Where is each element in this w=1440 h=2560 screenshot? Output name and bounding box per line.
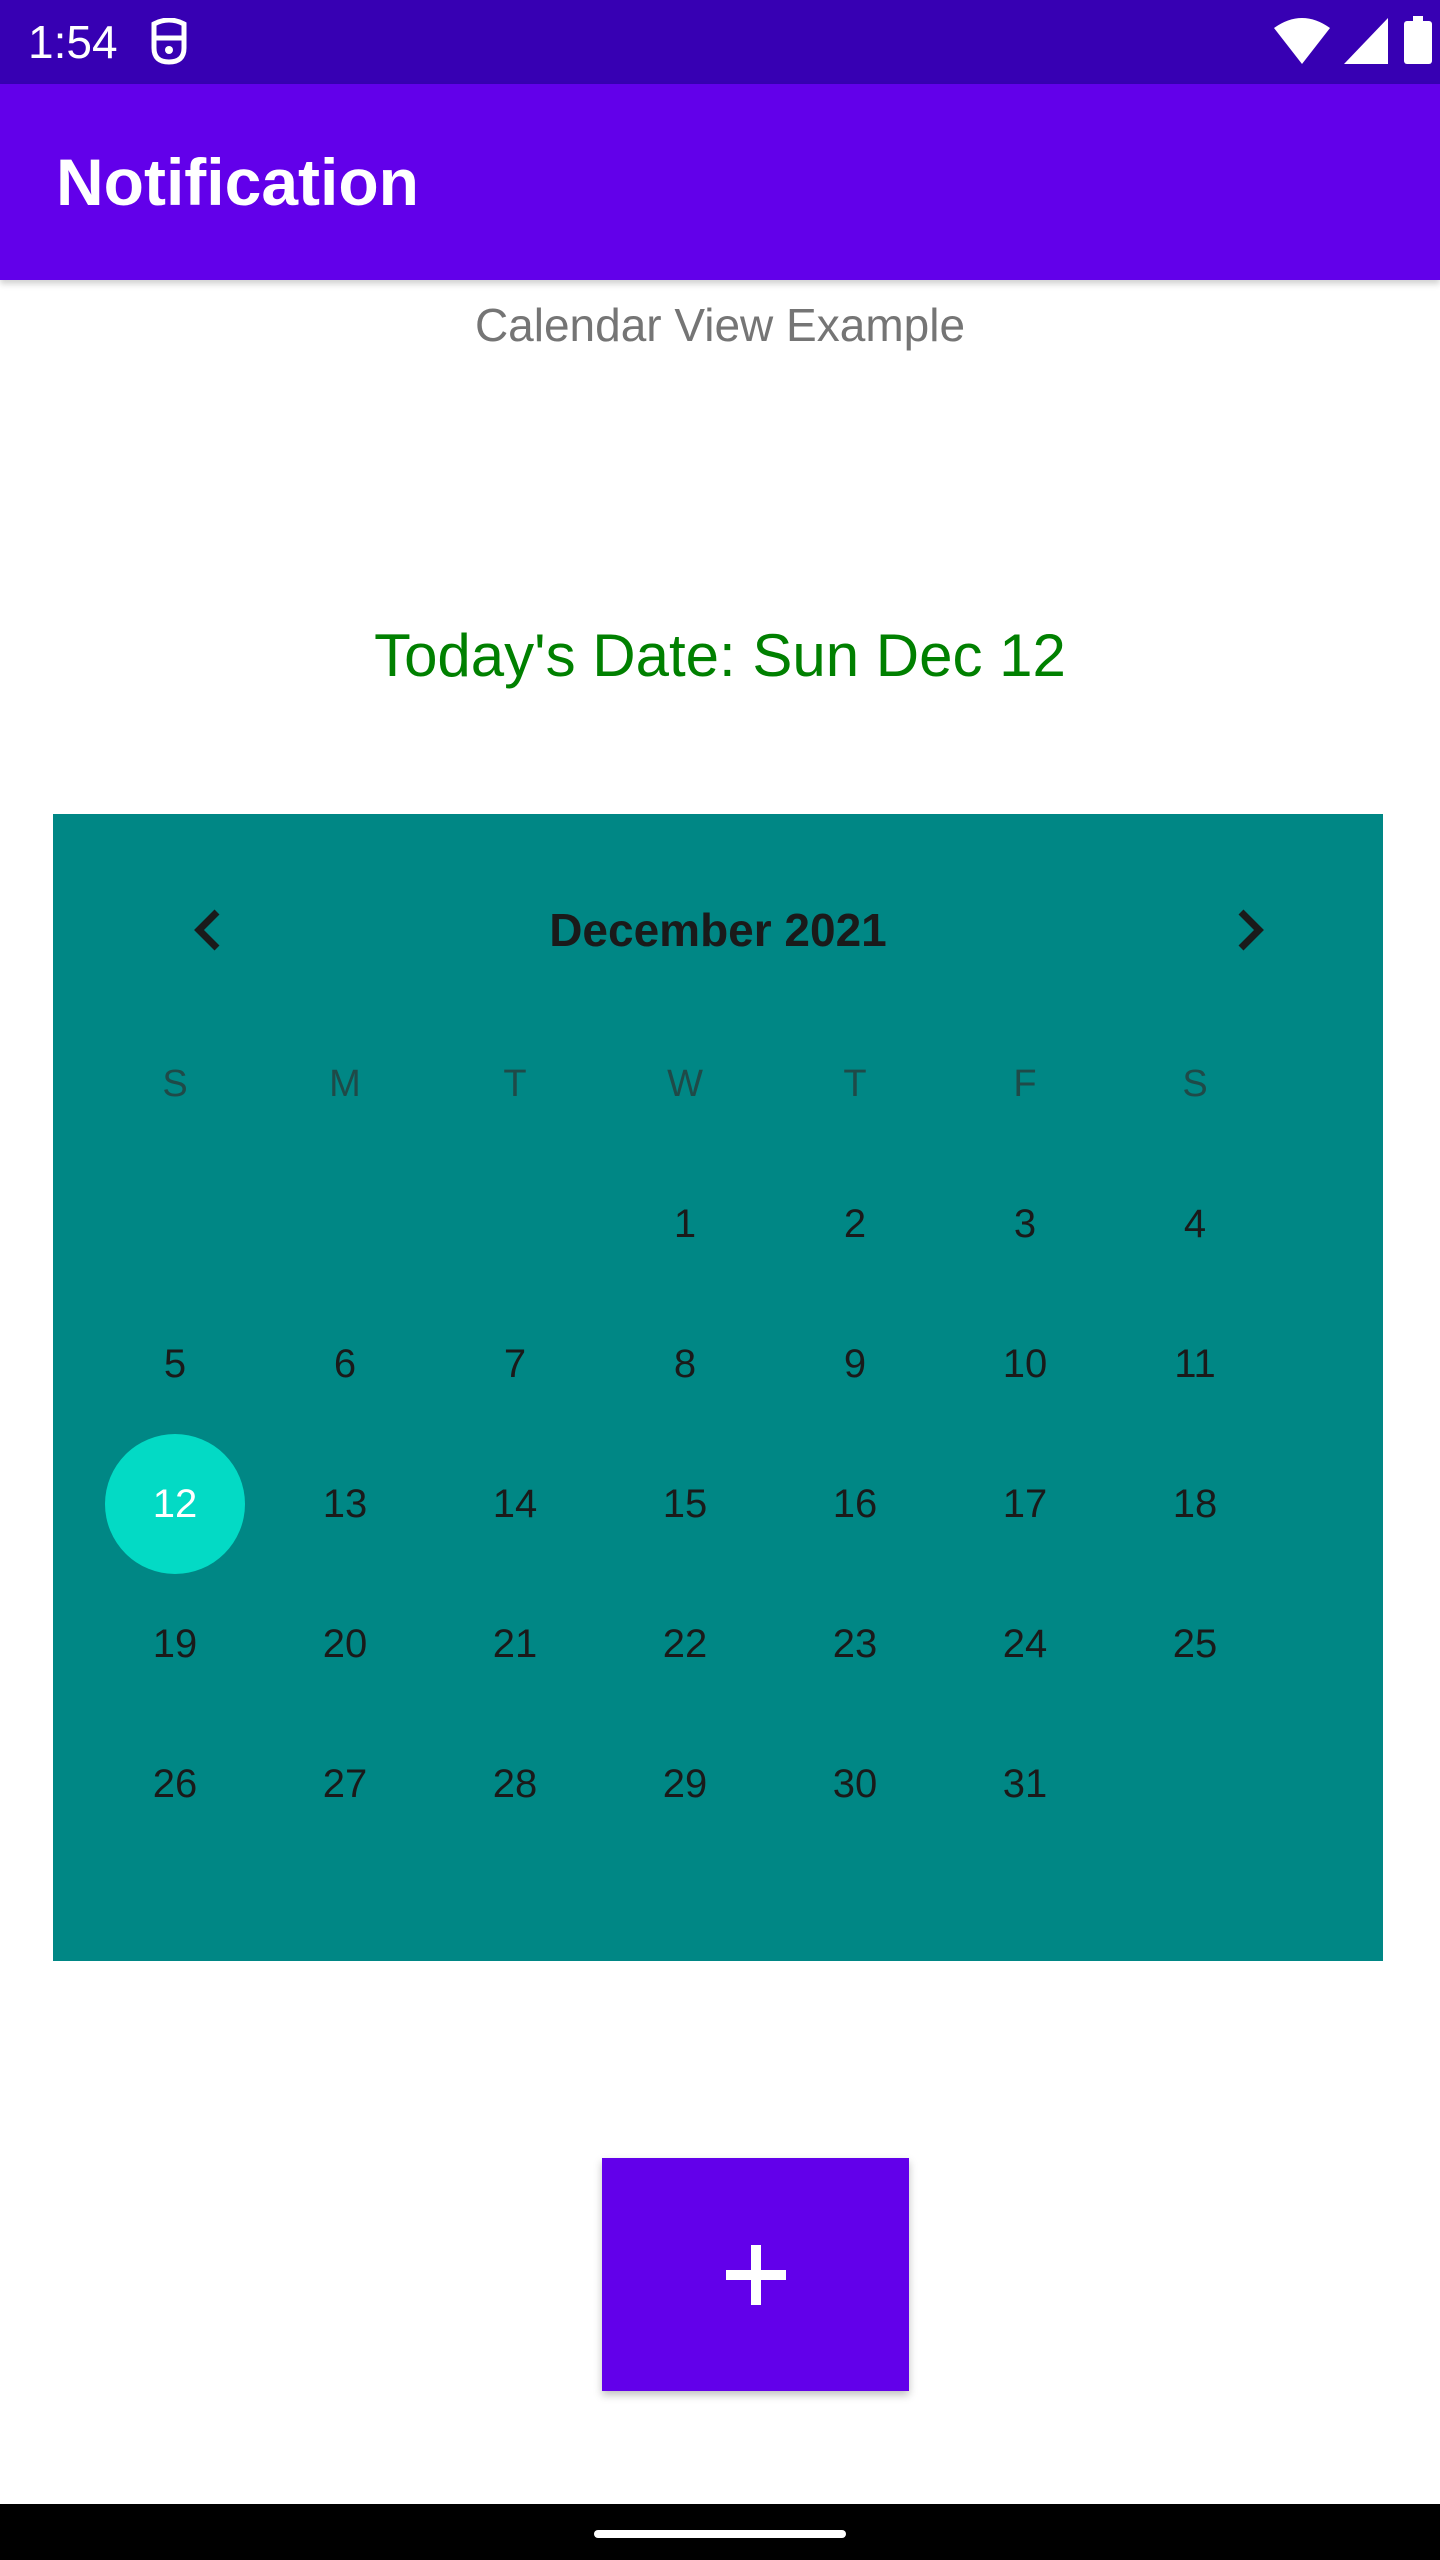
plus-icon [725, 2244, 786, 2305]
calendar-day-number: 15 [662, 1481, 708, 1526]
navigation-bar [0, 2504, 1440, 2560]
calendar-day-number: 13 [322, 1481, 368, 1526]
calendar-day[interactable]: 1 [600, 1154, 770, 1294]
calendar-day[interactable]: 5 [90, 1294, 260, 1434]
calendar-day[interactable]: 30 [770, 1714, 940, 1854]
calendar-day[interactable]: 8 [600, 1294, 770, 1434]
calendar-day[interactable]: 11 [1110, 1294, 1280, 1434]
calendar-weekday-header: S M T W T F S [90, 1054, 1280, 1114]
calendar-day-number: 26 [152, 1761, 198, 1806]
calendar-day-number: 22 [662, 1621, 708, 1666]
calendar-day-number: 2 [843, 1201, 867, 1246]
calendar-day[interactable]: 23 [770, 1574, 940, 1714]
calendar-day-empty [260, 1154, 430, 1294]
calendar-day[interactable]: 9 [770, 1294, 940, 1434]
weekday-friday: F [1013, 1063, 1037, 1105]
calendar-day[interactable]: 24 [940, 1574, 1110, 1714]
calendar-day[interactable]: 16 [770, 1434, 940, 1574]
calendar-day-number: 18 [1172, 1481, 1218, 1526]
calendar-day-number: 10 [1002, 1341, 1048, 1386]
calendar-day[interactable]: 7 [430, 1294, 600, 1434]
calendar-day-number: 1 [673, 1201, 697, 1246]
calendar-day-number: 6 [333, 1341, 357, 1386]
calendar-day-number: 5 [163, 1341, 187, 1386]
calendar-day-number: 7 [503, 1341, 527, 1386]
calendar-day-empty [430, 1154, 600, 1294]
calendar-day-number: 20 [322, 1621, 368, 1666]
calendar-day-number: 29 [662, 1761, 708, 1806]
calendar-day-number: 28 [492, 1761, 538, 1806]
home-gesture-handle[interactable] [594, 2530, 846, 2538]
calendar-month-label: December 2021 [549, 904, 887, 956]
status-icons [1260, 0, 1440, 84]
signal-icon [1344, 18, 1388, 64]
calendar-week-row: 5 6 7 8 9 10 11 [90, 1294, 1280, 1434]
calendar-day-number: 14 [492, 1481, 538, 1526]
calendar-day[interactable]: 6 [260, 1294, 430, 1434]
calendar-week-row: 26 27 28 29 30 31 [90, 1714, 1280, 1854]
notification-icon [151, 18, 187, 65]
calendar-day-number: 25 [1172, 1621, 1218, 1666]
calendar-week-row: 1 2 3 4 [90, 1154, 1280, 1294]
calendar-day-empty [90, 1154, 260, 1294]
calendar-day-number: 3 [1013, 1201, 1037, 1246]
calendar-day[interactable]: 26 [90, 1714, 260, 1854]
calendar-day-number: 23 [832, 1621, 878, 1666]
calendar-day[interactable]: 14 [430, 1434, 600, 1574]
status-time: 1:54 [28, 16, 118, 68]
wifi-icon [1274, 18, 1330, 64]
calendar-week-row: 12 13 14 15 16 17 18 [90, 1434, 1280, 1574]
calendar-week-row: 19 20 21 22 23 24 25 [90, 1574, 1280, 1714]
weekday-wednesday: W [667, 1063, 703, 1105]
calendar-day-empty [1110, 1714, 1280, 1854]
calendar-day-number: 19 [152, 1621, 198, 1666]
add-button[interactable] [602, 2158, 909, 2391]
calendar-day[interactable]: 3 [940, 1154, 1110, 1294]
calendar-day[interactable]: 27 [260, 1714, 430, 1854]
calendar-day[interactable]: 17 [940, 1434, 1110, 1574]
calendar-view: December 2021 S M T W T F S 1 2 3 4 5 6 7 8 9 10 1… [53, 814, 1383, 1961]
today-date-label: Today's Date: Sun Dec 12 [374, 622, 1066, 689]
calendar-day-number: 24 [1002, 1621, 1048, 1666]
calendar-day[interactable]: 25 [1110, 1574, 1280, 1714]
page-subtitle: Calendar View Example [474, 299, 966, 351]
weekday-tuesday: T [503, 1063, 527, 1105]
calendar-day-grid: 1 2 3 4 5 6 7 8 9 10 11 12 13 14 15 16 17 18 19 20 21 22 23 24 2… [90, 1154, 1280, 1854]
calendar-day[interactable]: 31 [940, 1714, 1110, 1854]
calendar-day-number: 4 [1183, 1201, 1207, 1246]
battery-icon [1404, 16, 1432, 64]
weekday-monday: M [329, 1063, 361, 1105]
calendar-day[interactable]: 2 [770, 1154, 940, 1294]
calendar-day[interactable]: 28 [430, 1714, 600, 1854]
status-bar: 1:54 [0, 0, 1440, 84]
calendar-day[interactable]: 13 [260, 1434, 430, 1574]
calendar-day-number: 16 [832, 1481, 878, 1526]
calendar-day-number: 8 [673, 1341, 697, 1386]
calendar-day[interactable]: 4 [1110, 1154, 1280, 1294]
calendar-day[interactable]: 19 [90, 1574, 260, 1714]
calendar-day[interactable]: 29 [600, 1714, 770, 1854]
app-title: Notification [56, 145, 419, 219]
calendar-day[interactable]: 15 [600, 1434, 770, 1574]
calendar-day-number: 11 [1174, 1341, 1216, 1386]
weekday-thursday: T [843, 1063, 867, 1105]
calendar-day-number: 12 [105, 1434, 245, 1574]
calendar-day-number: 31 [1002, 1761, 1048, 1806]
chevron-right-icon[interactable] [1223, 904, 1275, 956]
calendar-day-number: 27 [322, 1761, 368, 1806]
app-bar: Notification [0, 84, 1440, 280]
calendar-day[interactable]: 18 [1110, 1434, 1280, 1574]
weekday-sunday: S [162, 1063, 188, 1105]
calendar-day-number: 17 [1002, 1481, 1048, 1526]
calendar-day[interactable]: 10 [940, 1294, 1110, 1434]
calendar-day-number: 30 [832, 1761, 878, 1806]
calendar-day[interactable]: 20 [260, 1574, 430, 1714]
calendar-day-number: 9 [843, 1341, 867, 1386]
calendar-day[interactable]: 22 [600, 1574, 770, 1714]
calendar-day-selected[interactable]: 12 [90, 1434, 260, 1574]
calendar-day[interactable]: 21 [430, 1574, 600, 1714]
weekday-saturday: S [1182, 1063, 1208, 1105]
calendar-day-number: 21 [492, 1621, 538, 1666]
